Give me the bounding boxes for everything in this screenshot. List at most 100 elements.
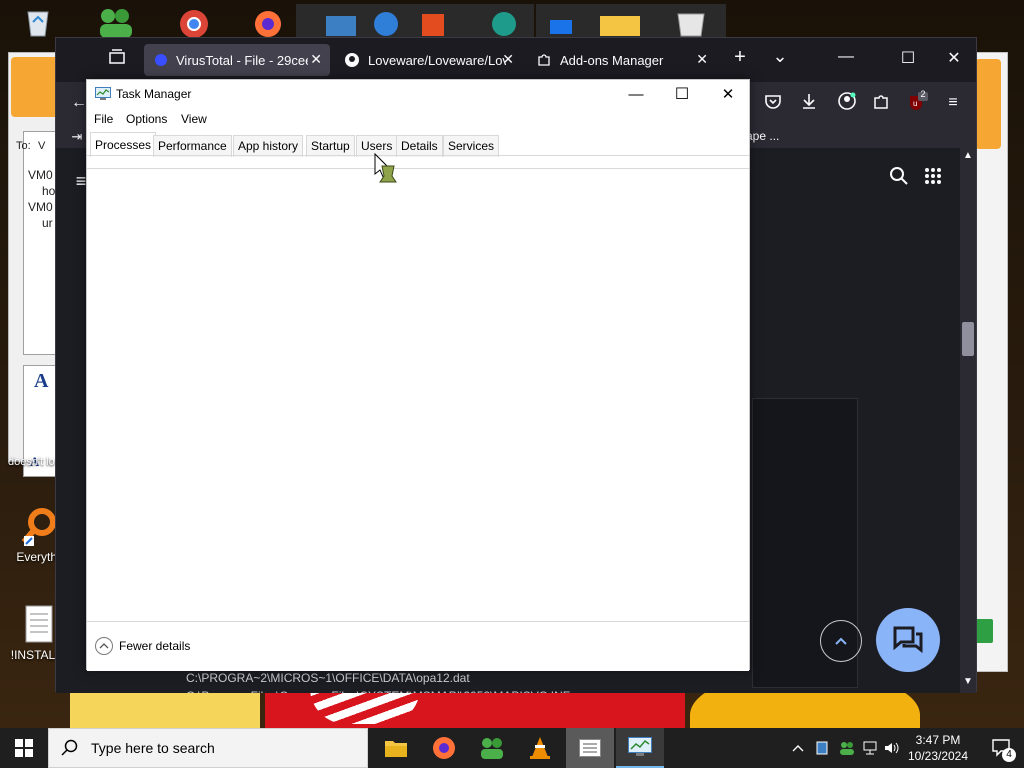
addon-badge-count: 2: [920, 89, 926, 99]
new-tab-button[interactable]: +: [728, 46, 752, 69]
search-icon[interactable]: [888, 166, 910, 188]
mail-line: ur: [42, 216, 53, 230]
folder-icon: [385, 741, 407, 757]
people-icon: [481, 738, 503, 759]
font-button: A: [34, 370, 49, 392]
virustotal-favicon-icon: [155, 54, 167, 66]
recycle-bin-icon[interactable]: [16, 4, 60, 38]
chevron-up-icon: [95, 637, 113, 655]
close-tab-icon[interactable]: ✕: [696, 51, 708, 68]
trash-top-icon[interactable]: [656, 4, 726, 38]
fewer-details-button[interactable]: Fewer details: [95, 637, 190, 655]
to-value: V: [38, 140, 46, 152]
menu-bar: File Options View: [87, 108, 749, 130]
action-center-button[interactable]: 4: [978, 728, 1024, 768]
menu-file[interactable]: File: [94, 112, 113, 126]
minimize-icon[interactable]: —: [834, 48, 858, 66]
tab-startup[interactable]: Startup: [306, 135, 355, 157]
mail-line: ho: [42, 184, 56, 198]
tab-strip: Processes Performance App history Startu…: [87, 132, 749, 157]
wallpaper-yellow-shape: [70, 690, 260, 728]
apps-grid-icon[interactable]: [922, 166, 944, 188]
tab-addons[interactable]: Add-ons Manager ✕: [526, 44, 716, 76]
menu-hamburger-icon[interactable]: ≡: [942, 92, 964, 114]
scroll-up-icon[interactable]: ▲: [963, 150, 973, 161]
chat-bubbles-icon: [893, 626, 923, 654]
chrome-icon[interactable]: [172, 4, 216, 38]
close-icon[interactable]: ✕: [705, 83, 751, 107]
tab-performance[interactable]: Performance: [153, 135, 232, 157]
menu-view[interactable]: View: [181, 112, 207, 126]
network-icon[interactable]: [296, 4, 414, 38]
file-path-line: C:\Program Files\Common Files\SYSTEM\MSM…: [186, 689, 570, 693]
taskbar-firefox[interactable]: [420, 728, 468, 768]
clock-time: 3:47 PM: [915, 733, 961, 747]
maximize-icon[interactable]: ☐: [659, 83, 705, 107]
close-tab-icon[interactable]: ✕: [310, 51, 322, 68]
network-icon[interactable]: [860, 728, 882, 768]
task-manager-footer: Fewer details: [87, 621, 749, 671]
tab-services[interactable]: Services: [443, 135, 500, 157]
taskbar-search-box[interactable]: Type here to search: [48, 728, 368, 768]
window-title: Task Manager: [116, 87, 192, 101]
scrollbar-thumb[interactable]: [962, 322, 974, 356]
downloads-icon[interactable]: [798, 92, 820, 114]
search-placeholder: Type here to search: [91, 740, 215, 756]
firefox-tab-bar: VirusTotal - File - 29ceeb3 ✕ Loveware/L…: [56, 38, 976, 82]
start-button[interactable]: [0, 728, 48, 768]
tab-label: VirusTotal - File - 29ceeb3: [176, 52, 308, 68]
firefox-view-icon[interactable]: [106, 48, 128, 70]
tab-github[interactable]: Loveware/Loveware/Love ✕: [334, 44, 522, 76]
puzzle-piece-icon: [538, 54, 550, 66]
task-manager-window: Task Manager — ☐ ✕ File Options View Pro…: [86, 79, 750, 671]
ublock-origin-icon[interactable]: u 2: [906, 89, 928, 114]
tab-processes[interactable]: Processes: [90, 132, 157, 157]
processes-list[interactable]: [87, 169, 749, 621]
people-icon[interactable]: [94, 4, 138, 38]
list-all-tabs-button[interactable]: ⌄: [768, 46, 792, 67]
to-label: To:: [16, 140, 31, 152]
account-icon[interactable]: [836, 92, 858, 114]
file-path-line: C:\PROGRA~2\MICROS~1\OFFICE\DATA\opa12.d…: [186, 671, 470, 685]
mail-line: VM0: [28, 200, 53, 214]
show-hidden-icons-chevron-icon[interactable]: [788, 728, 808, 768]
minimize-icon[interactable]: —: [613, 83, 659, 107]
tab-virustotal[interactable]: VirusTotal - File - 29ceeb3 ✕: [144, 44, 330, 76]
taskbar-task-manager[interactable]: [616, 728, 664, 768]
taskbar: Type here to search 3:47 PM 10/23/2024 4: [0, 728, 1024, 768]
firefox-top-icon[interactable]: [246, 4, 290, 38]
taskbar-people[interactable]: [468, 728, 516, 768]
taskbar-vlc[interactable]: [516, 728, 564, 768]
task-manager-icon: [628, 737, 652, 756]
page-scrollbar[interactable]: ▲ ▼: [960, 148, 976, 693]
pocket-icon[interactable]: [762, 92, 784, 114]
tab-app-history[interactable]: App history: [233, 135, 304, 157]
tab-label: Add-ons Manager: [560, 52, 664, 68]
extensions-icon[interactable]: [870, 92, 892, 114]
office-icon[interactable]: [414, 4, 534, 38]
chevron-up-icon: [835, 637, 847, 645]
scroll-to-top-button[interactable]: [820, 620, 862, 662]
taskbar-file-explorer[interactable]: [372, 728, 420, 768]
taskbar-clock[interactable]: 3:47 PM 10/23/2024: [898, 732, 978, 764]
background-mail-window: To: V VM0 ho VM0 ur A A: [8, 52, 63, 477]
folder-top-icon[interactable]: [536, 4, 656, 38]
menu-options[interactable]: Options: [126, 112, 167, 126]
tray-people-icon[interactable]: [836, 728, 858, 768]
scroll-down-icon[interactable]: ▼: [963, 676, 973, 687]
taskbar-task-list[interactable]: [566, 728, 614, 768]
close-tab-icon[interactable]: ✕: [502, 51, 514, 68]
chat-button[interactable]: [876, 608, 940, 672]
close-window-icon[interactable]: ✕: [942, 48, 966, 68]
bookmark-item[interactable]: ape ...: [746, 129, 779, 143]
tab-details[interactable]: Details: [396, 135, 443, 157]
tray-device-icon[interactable]: [812, 728, 832, 768]
maximize-icon[interactable]: ☐: [896, 48, 920, 68]
fewer-details-label: Fewer details: [119, 639, 191, 653]
everything-search-icon: [21, 508, 56, 546]
tab-label: Loveware/Loveware/Love: [368, 52, 506, 68]
search-icon: [61, 739, 78, 756]
task-manager-title-bar[interactable]: Task Manager — ☐ ✕: [87, 80, 749, 108]
import-bookmarks-icon[interactable]: ⇥: [66, 126, 88, 148]
task-manager-icon: [95, 87, 111, 100]
